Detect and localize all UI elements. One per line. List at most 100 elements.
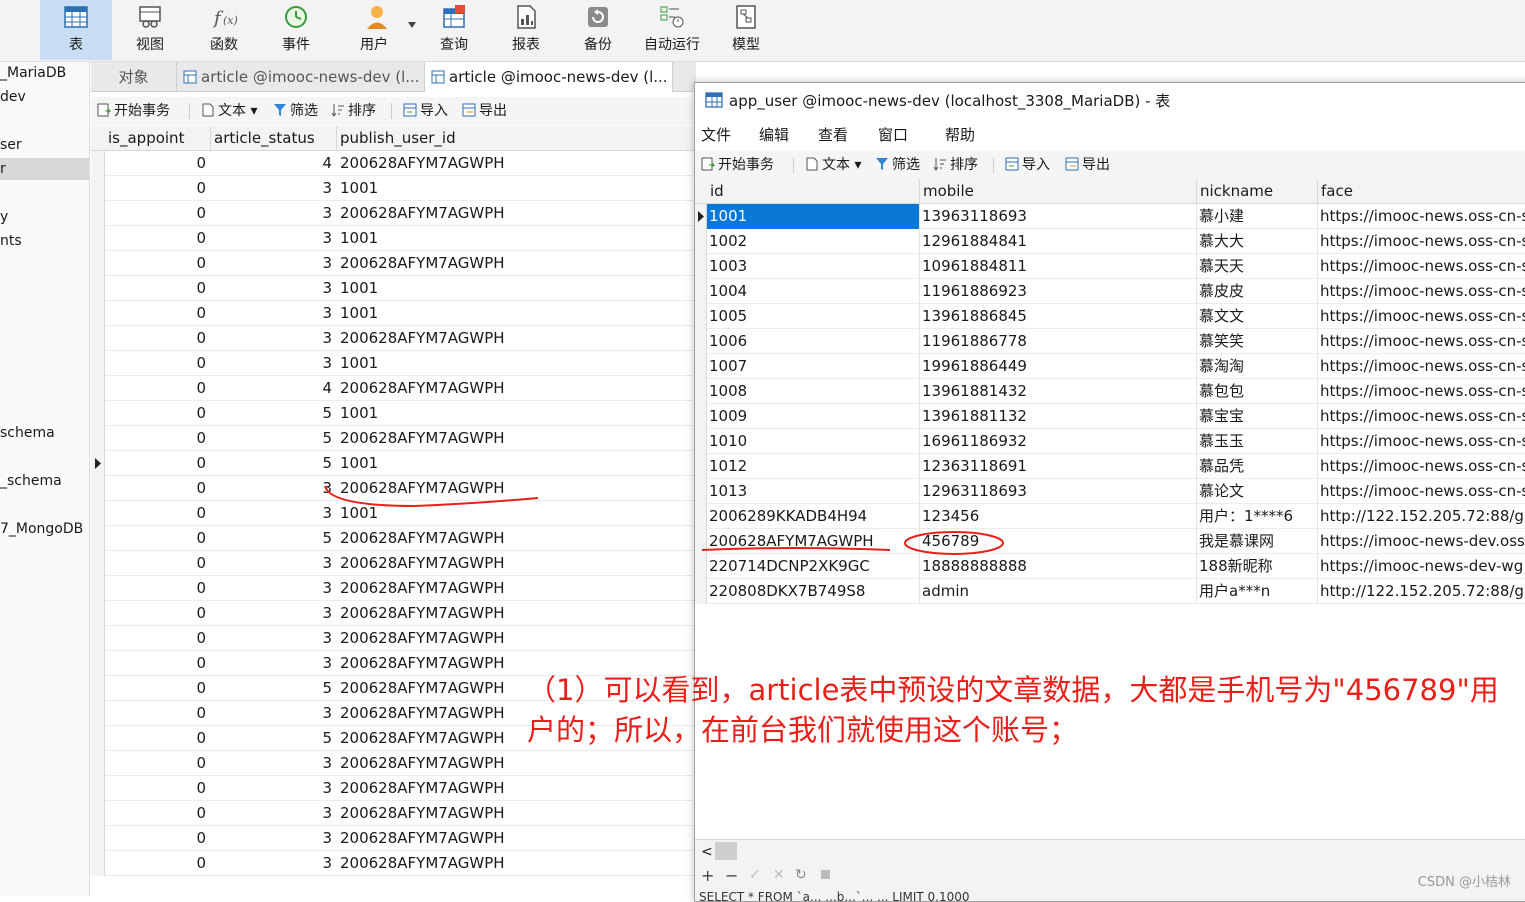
table-cell-article-status[interactable]: 3 [211, 776, 337, 801]
table-cell-article-status[interactable]: 5 [211, 526, 337, 551]
tab-article-1[interactable]: article @imooc-news-dev (l... [177, 62, 425, 92]
column-header[interactable]: nickname [1197, 179, 1318, 204]
table-cell-nickname[interactable]: 慕论文 [1197, 479, 1318, 504]
table-cell-article-status[interactable]: 3 [211, 576, 337, 601]
table-cell-mobile[interactable]: 13961886845 [920, 304, 1197, 329]
table-cell-article-status[interactable]: 3 [211, 651, 337, 676]
row-indicator[interactable] [695, 379, 707, 404]
table-cell-publish-user-id[interactable]: 200628AFYM7AGWPH [337, 851, 696, 876]
table-cell-mobile[interactable]: 12963118693 [920, 479, 1197, 504]
table-cell-id[interactable]: 1010 [707, 429, 920, 454]
table-cell-article-status[interactable]: 3 [211, 176, 337, 201]
refresh-icon[interactable]: ↻ [795, 867, 807, 883]
row-indicator[interactable] [695, 554, 707, 579]
toolbar-function-button[interactable]: f (x) 函数 [188, 0, 260, 60]
table-cell-is-appoint[interactable]: 0 [105, 526, 211, 551]
table-cell-nickname[interactable]: 用户a***n [1197, 579, 1318, 604]
table-cell-is-appoint[interactable]: 0 [105, 251, 211, 276]
text-button[interactable]: 文本 ▾ [805, 155, 861, 175]
row-indicator[interactable] [91, 351, 105, 376]
row-indicator[interactable] [695, 304, 707, 329]
begin-transaction-button[interactable]: 开始事务 [701, 155, 774, 175]
table-cell-is-appoint[interactable]: 0 [105, 176, 211, 201]
import-button[interactable]: 导入 [1005, 155, 1050, 175]
table-cell-nickname[interactable]: 慕玉玉 [1197, 429, 1318, 454]
row-indicator[interactable] [91, 651, 105, 676]
table-cell-article-status[interactable]: 3 [211, 551, 337, 576]
add-record-icon[interactable]: + [701, 866, 714, 885]
table-cell-face[interactable]: https://imooc-news-dev.oss [1318, 529, 1525, 554]
tree-item[interactable]: _schema [0, 470, 89, 492]
menu-edit[interactable]: 编辑 [759, 125, 789, 145]
column-header[interactable]: is_appoint [105, 126, 211, 151]
table-cell-mobile[interactable]: 123456 [920, 504, 1197, 529]
table-cell-nickname[interactable]: 慕宝宝 [1197, 404, 1318, 429]
table-cell-publish-user-id[interactable]: 200628AFYM7AGWPH [337, 426, 696, 451]
row-indicator[interactable] [91, 826, 105, 851]
table-cell-face[interactable]: https://imooc-news.oss-cn-s [1318, 454, 1525, 479]
filter-button[interactable]: 筛选 [273, 101, 318, 121]
table-cell-publish-user-id[interactable]: 200628AFYM7AGWPH [337, 601, 696, 626]
table-cell-nickname[interactable]: 用户：1****6 [1197, 504, 1318, 529]
table-cell-face[interactable]: https://imooc-news.oss-cn-s [1318, 204, 1525, 229]
menu-window[interactable]: 窗口 [878, 125, 908, 145]
table-cell-id[interactable]: 220808DKX7B749S8 [707, 579, 920, 604]
row-indicator[interactable] [91, 551, 105, 576]
table-cell-id[interactable]: 1002 [707, 229, 920, 254]
table-row[interactable]: 0 3 200628AFYM7AGWPH [91, 801, 696, 826]
export-button[interactable]: 导出 [1065, 155, 1110, 175]
table-cell-face[interactable]: https://imooc-news.oss-cn-s [1318, 254, 1525, 279]
table-cell-face[interactable]: https://imooc-news.oss-cn-s [1318, 479, 1525, 504]
tree-item[interactable]: nts [0, 230, 89, 252]
table-cell-face[interactable]: https://imooc-news.oss-cn-s [1318, 304, 1525, 329]
toolbar-table-button[interactable]: 表 [40, 0, 112, 60]
table-cell-is-appoint[interactable]: 0 [105, 151, 211, 176]
row-indicator[interactable] [695, 229, 707, 254]
table-cell-publish-user-id[interactable]: 200628AFYM7AGWPH [337, 826, 696, 851]
table-row[interactable]: 1012 12363118691 慕品凭 https://imooc-news.oss… [695, 454, 1525, 479]
table-cell-article-status[interactable]: 5 [211, 401, 337, 426]
row-indicator[interactable] [91, 226, 105, 251]
table-cell-article-status[interactable]: 3 [211, 251, 337, 276]
table-cell-nickname[interactable]: 慕皮皮 [1197, 279, 1318, 304]
column-header[interactable]: article_status [211, 126, 337, 151]
table-cell-is-appoint[interactable]: 0 [105, 701, 211, 726]
table-cell-is-appoint[interactable]: 0 [105, 551, 211, 576]
table-cell-is-appoint[interactable]: 0 [105, 676, 211, 701]
table-cell-face[interactable]: https://imooc-news.oss-cn-s [1318, 404, 1525, 429]
toolbar-model-button[interactable]: 模型 [710, 0, 782, 60]
table-row[interactable]: 0 3 200628AFYM7AGWPH [91, 201, 696, 226]
table-cell-publish-user-id[interactable]: 200628AFYM7AGWPH [337, 776, 696, 801]
table-cell-id[interactable]: 1005 [707, 304, 920, 329]
text-button[interactable]: 文本 ▾ [201, 101, 257, 121]
row-indicator[interactable] [91, 626, 105, 651]
table-cell-mobile[interactable]: 13963118693 [920, 204, 1197, 229]
table-row[interactable]: 0 3 200628AFYM7AGWPH [91, 551, 696, 576]
table-cell-mobile[interactable]: 10961884811 [920, 254, 1197, 279]
table-row[interactable]: 0 3 200628AFYM7AGWPH [91, 251, 696, 276]
row-indicator[interactable] [695, 429, 707, 454]
stop-icon[interactable] [821, 870, 830, 879]
table-cell-article-status[interactable]: 3 [211, 276, 337, 301]
table-cell-is-appoint[interactable]: 0 [105, 751, 211, 776]
row-indicator[interactable] [91, 251, 105, 276]
table-cell-is-appoint[interactable]: 0 [105, 501, 211, 526]
table-cell-nickname[interactable]: 慕文文 [1197, 304, 1318, 329]
import-button[interactable]: 导入 [403, 101, 448, 121]
table-cell-publish-user-id[interactable]: 200628AFYM7AGWPH [337, 326, 696, 351]
row-indicator[interactable] [91, 676, 105, 701]
table-cell-article-status[interactable]: 3 [211, 226, 337, 251]
table-cell-id[interactable]: 1001 [707, 204, 920, 229]
tree-item[interactable]: _MariaDB [0, 62, 89, 84]
table-cell-is-appoint[interactable]: 0 [105, 626, 211, 651]
table-cell-publish-user-id[interactable]: 1001 [337, 351, 696, 376]
row-indicator[interactable] [91, 801, 105, 826]
table-cell-is-appoint[interactable]: 0 [105, 851, 211, 876]
apply-check-icon[interactable]: ✓ [749, 867, 761, 883]
row-indicator[interactable] [91, 776, 105, 801]
table-cell-nickname[interactable]: 188新昵称 [1197, 554, 1318, 579]
table-cell-face[interactable]: https://imooc-news.oss-cn-s [1318, 279, 1525, 304]
table-cell-face[interactable]: https://imooc-news.oss-cn-s [1318, 329, 1525, 354]
table-cell-id[interactable]: 1008 [707, 379, 920, 404]
table-cell-nickname[interactable]: 慕包包 [1197, 379, 1318, 404]
